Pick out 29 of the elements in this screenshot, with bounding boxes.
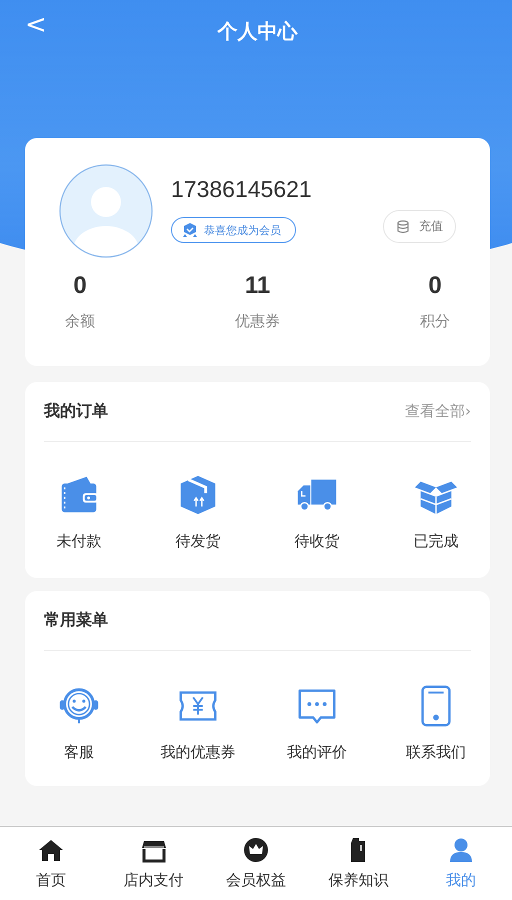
stat-label: 余额	[65, 312, 95, 331]
stat-label: 积分	[420, 312, 450, 331]
stat-value: 0	[428, 272, 442, 300]
crown-icon	[242, 837, 269, 863]
tab[interactable]: 保养知识	[308, 837, 408, 890]
badge-icon	[182, 222, 198, 238]
order-status-link[interactable]: 未付款	[56, 532, 102, 551]
member-badge: 恭喜您成为会员	[171, 217, 296, 243]
stat-value: 0	[73, 272, 87, 300]
page-title: 个人中心	[218, 18, 298, 44]
home-icon	[38, 837, 64, 863]
menu-item-link[interactable]: 我的优惠券	[160, 743, 236, 762]
tab[interactable]: 店内支付	[104, 837, 204, 890]
recharge-button[interactable]: 充值	[383, 210, 456, 243]
stat-value: 11	[244, 272, 270, 300]
phone-number: 17386145621	[171, 176, 313, 203]
stat-label: 优惠券	[235, 312, 280, 331]
menu-item-link[interactable]: 客服	[64, 743, 94, 762]
avatar-icon	[59, 164, 153, 258]
section-title: 常用菜单	[44, 610, 108, 631]
order-status-link[interactable]: 待收货	[294, 532, 340, 551]
order-status-link[interactable]: 待发货	[176, 532, 220, 551]
tab[interactable]: 首页	[1, 837, 102, 890]
menu-item-link[interactable]: 联系我们	[406, 743, 466, 762]
tab[interactable]: 会员权益	[206, 837, 306, 890]
order-status-link[interactable]: 已完成	[414, 532, 458, 551]
menu-item-link[interactable]: 我的评价	[287, 743, 347, 762]
section-title: 我的订单	[44, 401, 108, 422]
person-icon	[448, 837, 474, 863]
